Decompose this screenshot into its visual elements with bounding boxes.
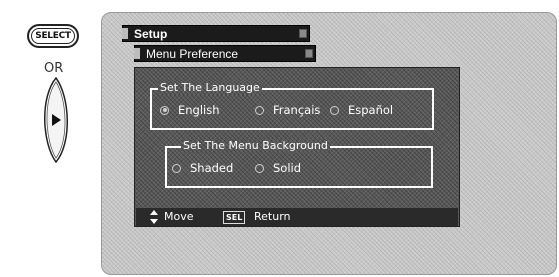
setup-title-bar: Setup xyxy=(122,25,310,42)
language-group-label: Set The Language xyxy=(159,81,260,95)
background-option-label: Shaded xyxy=(190,161,234,175)
subtitle-end-icon xyxy=(305,49,313,58)
background-group-label: Set The Menu Background xyxy=(182,139,328,153)
radio-icon xyxy=(255,163,264,173)
background-option-solid[interactable]: Solid xyxy=(255,161,301,175)
menu-preference-title-bar: Menu Preference xyxy=(134,45,316,62)
language-option-francais[interactable]: Français xyxy=(255,103,320,117)
setup-title: Setup xyxy=(134,27,168,41)
language-option-label: Español xyxy=(348,103,394,117)
up-down-arrows-icon xyxy=(150,210,158,224)
radio-icon xyxy=(330,105,339,115)
background-group: Set The Menu Background Shaded Solid xyxy=(165,139,433,188)
background-option-shaded[interactable]: Shaded xyxy=(172,161,233,175)
or-label: OR xyxy=(44,61,64,76)
language-group: Set The Language English Français Españo… xyxy=(150,81,434,130)
radio-icon xyxy=(255,105,264,115)
language-option-english[interactable]: English xyxy=(160,103,220,117)
language-option-label: English xyxy=(178,103,220,117)
return-hint: Return xyxy=(254,210,291,223)
subtitle-notch-icon xyxy=(134,48,140,59)
navigation-hint-bar: Move SEL Return xyxy=(136,208,458,226)
radio-icon xyxy=(172,163,181,173)
right-arrow-button[interactable] xyxy=(39,77,73,163)
language-option-label: Français xyxy=(273,103,321,117)
select-button[interactable]: SELECT xyxy=(27,24,79,48)
title-notch-icon xyxy=(122,28,128,39)
language-option-espanol[interactable]: Español xyxy=(330,103,393,117)
sel-key-icon: SEL xyxy=(223,211,246,224)
remote-control-guide: SELECT OR xyxy=(0,0,100,277)
background-option-label: Solid xyxy=(273,161,302,175)
radio-selected-icon xyxy=(160,105,169,115)
title-end-icon xyxy=(299,29,307,38)
menu-preference-title: Menu Preference xyxy=(146,47,239,61)
move-hint: Move xyxy=(164,210,194,223)
